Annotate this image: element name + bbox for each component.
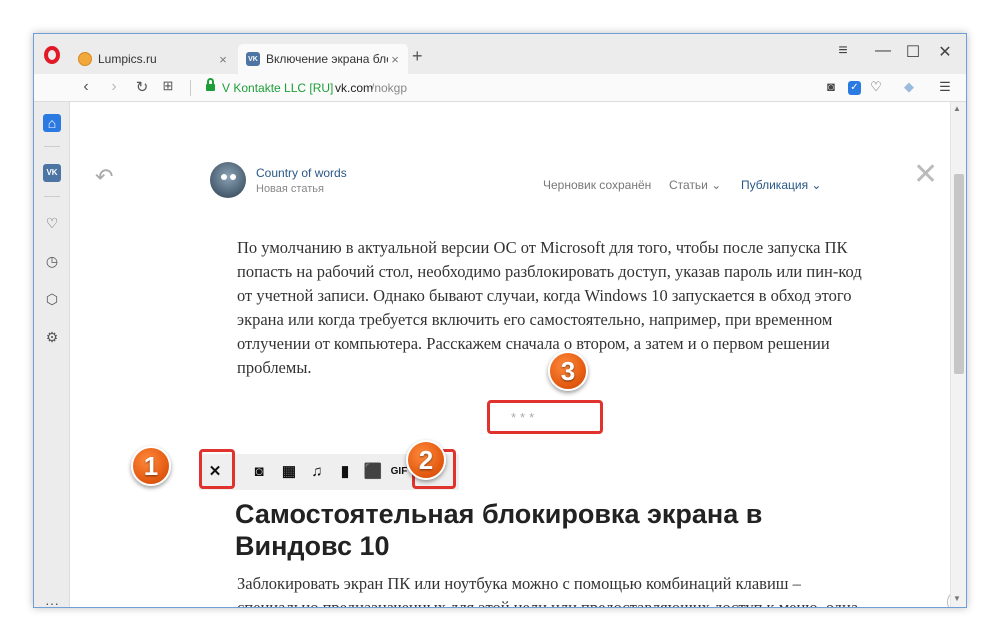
article-heading[interactable]: Самостоятельная блокировка экрана в Винд… [235,498,795,562]
music-note-icon[interactable]: ♫ [307,463,327,481]
avatar[interactable] [210,162,246,198]
tab-bar: Lumpics.ru × VK Включение экрана блоки ×… [34,34,966,74]
new-tab-button[interactable]: + [412,46,423,67]
articles-menu[interactable]: Статьи ⌄ [669,178,721,192]
tab-close-icon[interactable]: × [216,52,230,67]
vk-icon[interactable]: VK [43,164,61,182]
vk-favicon-icon: VK [246,52,260,66]
lumpics-favicon-icon [78,52,92,66]
camera-icon[interactable]: ◙ [822,79,840,94]
reload-icon[interactable]: ↻ [132,78,152,96]
scroll-thumb[interactable] [954,174,964,374]
paragraph-body[interactable]: Заблокировать экран ПК или ноутбука можн… [237,572,867,607]
undo-icon[interactable]: ↶ [95,164,113,190]
draft-status: Черновик сохранён [543,178,652,192]
close-editor-icon[interactable]: ✕ [913,157,938,192]
speed-dial-icon[interactable]: ⊞ [158,78,178,94]
callout-3: 3 [548,351,588,391]
scroll-up-icon[interactable]: ▲ [953,104,961,113]
close-toolbar-highlight [199,449,235,489]
sidebar-divider [44,146,60,147]
video-icon[interactable]: ▦ [279,463,299,481]
tab-menu-icon[interactable]: ≡ [830,42,856,60]
sidebar-divider [44,196,60,197]
tab-close-icon[interactable]: × [388,52,402,67]
minimize-icon[interactable]: — [870,42,896,60]
tab-title: Lumpics.ru [98,52,157,66]
url-path[interactable]: /nokgp [371,81,407,95]
scrollbar[interactable]: ▲ ▼ [950,102,966,607]
settings-gear-icon[interactable]: ⚙ [43,328,61,346]
bookmarks-heart-icon[interactable]: ♡ [43,214,61,232]
extensions-cube-icon[interactable]: ⬡ [43,290,61,308]
tab-title: Включение экрана блоки [266,52,388,66]
maximize-icon[interactable]: ☐ [900,42,926,62]
address-bar: ‹ › ↻ ⊞ V Kontakte LLC [RU] vk.com /nokg… [34,74,966,102]
lock-icon[interactable] [206,78,215,93]
browser-window: Lumpics.ru × VK Включение экрана блоки ×… [33,33,967,608]
url-host[interactable]: vk.com [335,81,373,95]
extension-icon[interactable]: ◆ [900,79,918,95]
history-clock-icon[interactable]: ◷ [43,252,61,270]
publish-menu[interactable]: Публикация ⌄ [741,178,821,192]
article-editor: ↶ ✕ Country of words Новая статья Чернов… [71,102,966,607]
sidebar: ⌂ VK ♡ ◷ ⬡ ⚙ ··· [34,102,70,607]
shield-icon[interactable]: ✓ [848,81,861,95]
callout-1: 1 [131,446,171,486]
heart-icon[interactable]: ♡ [867,79,885,95]
separator-highlight [487,400,603,434]
back-icon[interactable]: ‹ [76,78,96,96]
poll-chart-icon[interactable]: ▮ [335,463,355,481]
photo-camera-icon[interactable]: ◙ [249,463,269,481]
tab-lumpics[interactable]: Lumpics.ru × [70,44,236,74]
article-subtitle: Новая статья [256,183,324,195]
forward-icon[interactable]: › [104,78,124,96]
scroll-down-icon[interactable]: ▼ [953,594,961,603]
easy-setup-icon[interactable]: ☰ [936,79,954,95]
opera-logo-icon[interactable] [44,46,60,64]
author-name[interactable]: Country of words [256,166,347,180]
callout-2: 2 [406,440,446,480]
more-icon[interactable]: ··· [43,594,61,607]
screenshot-stage: Lumpics.ru × VK Включение экрана блоки ×… [0,0,1000,641]
certificate-label[interactable]: V Kontakte LLC [RU] [222,81,333,95]
close-window-icon[interactable]: ✕ [932,42,958,62]
tab-vk[interactable]: VK Включение экрана блоки × [238,44,408,74]
home-icon[interactable]: ⌂ [43,114,61,132]
divider [190,80,191,96]
product-bag-icon[interactable]: ⬛ [363,463,383,481]
